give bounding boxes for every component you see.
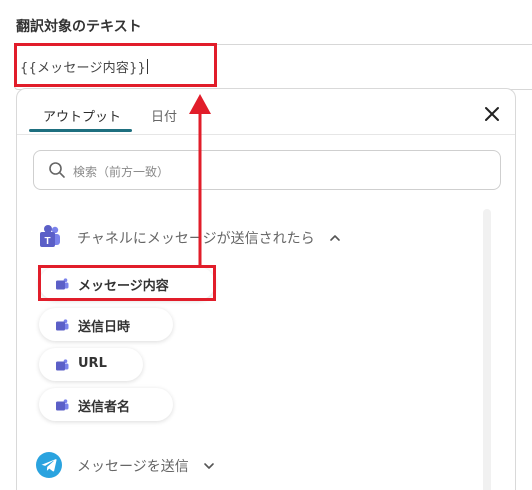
search-placeholder: 検索（前方一致） [73, 165, 170, 179]
output-chip-sent-datetime[interactable]: 送信日時 [39, 308, 173, 341]
output-picker-panel: アウトプット 日付 検索（前方一致） T チャネルにメッセージが送信されたら メ… [16, 88, 516, 490]
output-chip-sender-name[interactable]: 送信者名 [39, 388, 173, 421]
telegram-icon [36, 452, 62, 478]
output-chip-message-content[interactable]: メッセージ内容 [39, 267, 215, 300]
close-button[interactable] [479, 101, 505, 127]
chevron-down-icon [204, 463, 214, 469]
chip-label: メッセージ内容 [78, 279, 169, 294]
search-input[interactable]: 検索（前方一致） [33, 150, 501, 190]
teams-icon: T [40, 225, 60, 247]
group-telegram-send-message[interactable]: メッセージを送信 [35, 451, 235, 479]
teams-icon [56, 359, 69, 371]
tab-date[interactable]: 日付 [151, 106, 177, 125]
teams-icon [56, 278, 69, 290]
svg-text:T: T [44, 236, 50, 247]
teams-icon [56, 319, 69, 331]
picker-tabs: アウトプット 日付 [17, 89, 515, 135]
tab-output[interactable]: アウトプット [43, 106, 121, 125]
close-icon [485, 107, 499, 121]
chip-label: URL [78, 356, 107, 371]
group-teams-message-received[interactable]: T チャネルにメッセージが送信されたら [35, 223, 355, 251]
teams-icon [56, 399, 69, 411]
output-chip-url[interactable]: URL [39, 348, 143, 381]
group-title: チャネルにメッセージが送信されたら [77, 231, 315, 247]
chevron-up-icon [330, 235, 340, 241]
group-title: メッセージを送信 [77, 459, 189, 475]
chip-label: 送信者名 [78, 400, 131, 415]
search-icon [49, 162, 65, 178]
text-caret [147, 59, 149, 74]
field-label: 翻訳対象のテキスト [16, 19, 142, 35]
translation-text-value: {{メッセージ内容}} [20, 59, 149, 76]
chip-label: 送信日時 [78, 320, 131, 335]
active-tab-indicator [29, 129, 132, 132]
scrollbar[interactable] [483, 209, 491, 490]
